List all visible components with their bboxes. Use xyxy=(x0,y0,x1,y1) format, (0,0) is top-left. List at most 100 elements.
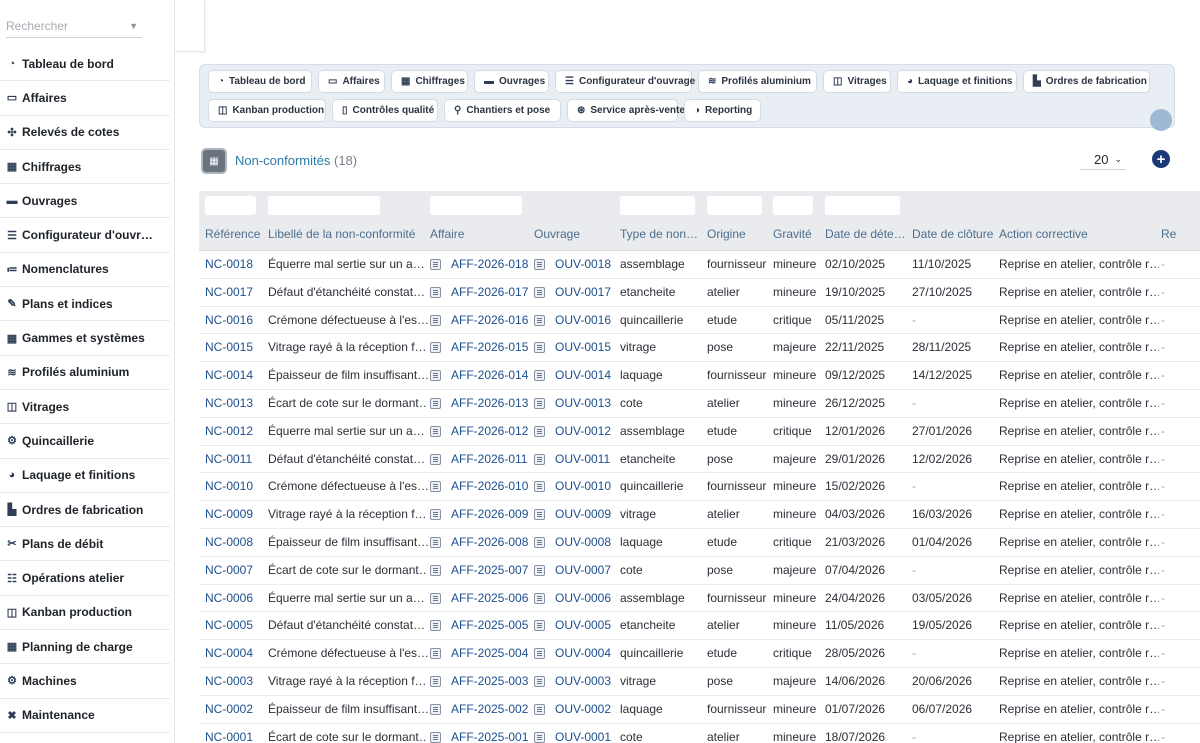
record-link-icon[interactable] xyxy=(534,703,545,715)
cell-affaire[interactable]: AFF-2026-010 xyxy=(451,473,530,500)
record-link-icon[interactable] xyxy=(430,620,441,632)
cell-ref[interactable]: NC-0009 xyxy=(205,501,265,528)
record-link-icon[interactable] xyxy=(430,731,441,743)
shortcut-chip[interactable]: ▦ Chiffrages xyxy=(391,70,468,93)
shortcut-chip[interactable]: ⚲ Chantiers et pose xyxy=(444,99,561,122)
column-header[interactable]: Action corrective xyxy=(999,227,1159,241)
record-link-icon[interactable] xyxy=(430,286,441,298)
cell-affaire[interactable]: AFF-2025-003 xyxy=(451,668,530,695)
record-link-icon[interactable] xyxy=(534,453,545,465)
cell-affaire[interactable]: AFF-2026-008 xyxy=(451,529,530,556)
shortcut-chip[interactable]: ▭ Affaires xyxy=(318,70,385,93)
record-link-icon[interactable] xyxy=(534,592,545,604)
record-link-icon[interactable] xyxy=(534,481,545,493)
shortcut-chip[interactable]: ◫ Kanban production xyxy=(208,99,326,122)
record-link-icon[interactable] xyxy=(534,425,545,437)
table-row[interactable]: NC-0010 Crémone défectueuse à l'es… AFF-20… xyxy=(199,473,1200,502)
column-header[interactable]: Date de déte… xyxy=(825,227,909,241)
table-row[interactable]: NC-0014 Épaisseur de film insuffisant… AFF… xyxy=(199,362,1200,390)
cell-affaire[interactable]: AFF-2026-013 xyxy=(451,390,530,417)
cell-ref[interactable]: NC-0007 xyxy=(205,557,265,584)
cell-ouvrage[interactable]: OUV-0018 xyxy=(555,251,618,278)
record-link-icon[interactable] xyxy=(534,342,545,354)
cell-affaire[interactable]: AFF-2025-006 xyxy=(451,585,530,612)
column-filter-input[interactable] xyxy=(773,196,813,215)
cell-affaire[interactable]: AFF-2026-009 xyxy=(451,501,530,528)
shortcut-chip[interactable]: ≋ Profilés aluminium xyxy=(698,70,817,93)
record-link-icon[interactable] xyxy=(430,509,441,521)
cell-ref[interactable]: NC-0008 xyxy=(205,529,265,556)
table-row[interactable]: NC-0003 Vitrage rayé à la réception f… AFF… xyxy=(199,667,1200,696)
column-header[interactable]: Re xyxy=(1161,227,1200,241)
add-record-button[interactable]: + xyxy=(1152,150,1170,168)
sidebar-item[interactable]: ☰ Configurateur d'ouvr… xyxy=(0,218,170,253)
shortcut-chip[interactable]: ◕ Laquage et finitions xyxy=(897,70,1017,93)
cell-ouvrage[interactable]: OUV-0016 xyxy=(555,307,618,334)
cell-ref[interactable]: NC-0002 xyxy=(205,696,265,723)
cell-ref[interactable]: NC-0011 xyxy=(205,446,265,473)
sidebar-item[interactable]: ✣ Relevés de cotes xyxy=(0,116,170,150)
cell-ouvrage[interactable]: OUV-0009 xyxy=(555,501,618,528)
shortcut-chip[interactable]: ▬ Ouvrages xyxy=(474,70,549,93)
record-link-icon[interactable] xyxy=(534,314,545,326)
record-link-icon[interactable] xyxy=(430,397,441,409)
sidebar-item[interactable]: ✎ Plans et indices xyxy=(0,287,170,322)
panel-corner-button[interactable] xyxy=(1150,109,1172,131)
table-row[interactable]: NC-0004 Crémone défectueuse à l'es… AFF-20… xyxy=(199,640,1200,668)
table-row[interactable]: NC-0018 Équerre mal sertie sur un a… AFF-2… xyxy=(199,251,1200,279)
sidebar-item[interactable]: ▭ Affaires xyxy=(0,81,170,116)
table-row[interactable]: NC-0009 Vitrage rayé à la réception f… AFF… xyxy=(199,501,1200,529)
shortcut-chip[interactable]: ▙ Ordres de fabrication xyxy=(1023,70,1150,93)
sidebar-item[interactable]: ◫ Kanban production xyxy=(0,596,170,631)
cell-ref[interactable]: NC-0004 xyxy=(205,640,265,667)
sidebar-item[interactable]: ⚙ Quincaillerie xyxy=(0,424,170,459)
table-row[interactable]: NC-0006 Équerre mal sertie sur un a… AFF-2… xyxy=(199,585,1200,613)
column-filter-input[interactable] xyxy=(430,196,522,215)
column-header[interactable]: Date de clôture xyxy=(912,227,998,241)
cell-ouvrage[interactable]: OUV-0007 xyxy=(555,557,618,584)
sidebar-item[interactable]: ◕ Laquage et finitions xyxy=(0,459,170,493)
record-link-icon[interactable] xyxy=(534,731,545,743)
record-link-icon[interactable] xyxy=(430,675,441,687)
shortcut-chip[interactable]: ◑ Reporting xyxy=(684,99,761,122)
cell-ouvrage[interactable]: OUV-0004 xyxy=(555,640,618,667)
table-row[interactable]: NC-0001 Écart de cote sur le dormant… AFF-… xyxy=(199,723,1200,743)
record-link-icon[interactable] xyxy=(534,259,545,270)
sidebar-item[interactable]: ≔ Nomenclatures xyxy=(0,253,170,288)
record-link-icon[interactable] xyxy=(430,564,441,576)
cell-affaire[interactable]: AFF-2026-011 xyxy=(451,446,530,473)
shortcut-chip[interactable]: ☰ Configurateur d'ouvrage xyxy=(555,70,695,93)
record-link-icon[interactable] xyxy=(534,564,545,576)
column-header[interactable]: Type de non… xyxy=(620,227,704,241)
cell-ref[interactable]: NC-0015 xyxy=(205,334,265,361)
record-link-icon[interactable] xyxy=(534,675,545,687)
shortcut-chip[interactable]: ⊛ Service après-vente xyxy=(567,99,685,122)
column-header[interactable]: Ouvrage xyxy=(534,227,618,241)
column-header[interactable]: Gravité xyxy=(773,227,823,241)
cell-ouvrage[interactable]: OUV-0006 xyxy=(555,585,618,612)
table-row[interactable]: NC-0007 Écart de cote sur le dormant… AFF-… xyxy=(199,556,1200,585)
sidebar-item[interactable]: ▬ Ouvrages xyxy=(0,184,170,219)
column-header[interactable]: Affaire xyxy=(430,227,530,241)
sidebar-item[interactable]: ▦ Chiffrages xyxy=(0,150,170,185)
record-link-icon[interactable] xyxy=(430,536,441,548)
table-row[interactable]: NC-0008 Épaisseur de film insuffisant… AFF… xyxy=(199,529,1200,557)
column-filter-input[interactable] xyxy=(205,196,256,215)
search-input[interactable]: Rechercher ▼ xyxy=(6,14,142,38)
table-row[interactable]: NC-0012 Équerre mal sertie sur un a… AFF-2… xyxy=(199,418,1200,446)
table-row[interactable]: NC-0005 Défaut d'étanchéité constat… AFF-2… xyxy=(199,612,1200,641)
sidebar-item[interactable]: ✂ Plans de débit xyxy=(0,527,170,562)
sidebar-item[interactable]: ▦ Planning de charge xyxy=(0,630,170,665)
sidebar-item[interactable]: ◫ Vitrages xyxy=(0,390,170,425)
shortcut-chip[interactable]: ◫ Vitrages xyxy=(823,70,891,93)
record-link-icon[interactable] xyxy=(534,397,545,409)
cell-ref[interactable]: NC-0012 xyxy=(205,418,265,445)
table-row[interactable]: NC-0011 Défaut d'étanchéité constat… AFF-2… xyxy=(199,445,1200,474)
sidebar-item[interactable]: ▦ Gammes et systèmes xyxy=(0,321,170,356)
column-header[interactable]: Référence xyxy=(205,227,265,241)
cell-ouvrage[interactable]: OUV-0001 xyxy=(555,724,618,743)
sidebar-item[interactable]: ▙ Ordres de fabrication xyxy=(0,493,170,528)
record-link-icon[interactable] xyxy=(534,648,545,660)
cell-ref[interactable]: NC-0018 xyxy=(205,251,265,278)
cell-ref[interactable]: NC-0005 xyxy=(205,612,265,639)
